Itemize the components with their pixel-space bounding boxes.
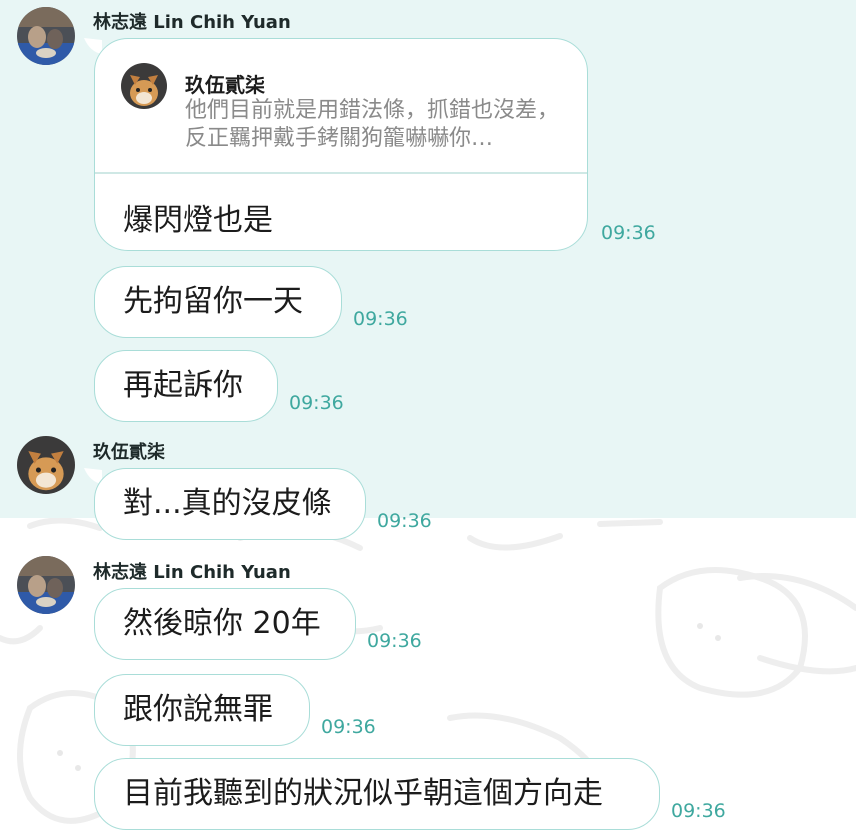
reply-message-bubble[interactable]: 玖伍貳柒 他們目前就是用錯法條，抓錯也沒差，反正羈押戴手銬關狗籠嚇嚇你… 爆閃燈… bbox=[94, 38, 588, 251]
avatar-jiu-wu-er-qi[interactable] bbox=[17, 436, 75, 494]
message-bubble[interactable]: 然後晾你 20年 bbox=[94, 588, 356, 660]
message-time: 09:36 bbox=[377, 510, 432, 532]
message-text: 然後晾你 20年 bbox=[123, 606, 321, 641]
message-text: 先拘留你一天 bbox=[123, 284, 303, 319]
sender-name: 林志遠 Lin Chih Yuan bbox=[93, 12, 291, 33]
message-time: 09:36 bbox=[321, 716, 376, 738]
quoted-avatar bbox=[121, 63, 167, 109]
message-text: 目前我聽到的狀況似乎朝這個方向走 bbox=[123, 776, 603, 811]
quoted-sender-name: 玖伍貳柒 bbox=[185, 73, 265, 97]
message-text: 跟你說無罪 bbox=[123, 692, 273, 727]
message-bubble[interactable]: 先拘留你一天 bbox=[94, 266, 342, 338]
reply-divider bbox=[95, 172, 587, 174]
quoted-message-text: 他們目前就是用錯法條，抓錯也沒差，反正羈押戴手銬關狗籠嚇嚇你… bbox=[185, 98, 560, 151]
message-text: 再起訴你 bbox=[123, 368, 243, 403]
message-text: 爆閃燈也是 bbox=[123, 203, 273, 238]
message-time: 09:36 bbox=[353, 308, 408, 330]
message-bubble[interactable]: 對...真的沒皮條 bbox=[94, 468, 366, 540]
avatar-cats-icon bbox=[17, 7, 75, 65]
message-time: 09:36 bbox=[367, 630, 422, 652]
message-bubble[interactable]: 再起訴你 bbox=[94, 350, 278, 422]
message-bubble[interactable]: 目前我聽到的狀況似乎朝這個方向走 bbox=[94, 758, 660, 830]
avatar-lin-chih-yuan[interactable] bbox=[17, 556, 75, 614]
avatar-dog-mask-icon bbox=[17, 436, 75, 494]
message-bubble[interactable]: 跟你說無罪 bbox=[94, 674, 310, 746]
sender-name: 玖伍貳柒 bbox=[93, 442, 165, 463]
message-time: 09:36 bbox=[671, 800, 726, 822]
message-text: 對...真的沒皮條 bbox=[123, 486, 332, 521]
avatar-dog-mask-icon bbox=[121, 63, 167, 109]
message-time: 09:36 bbox=[289, 392, 344, 414]
sender-name: 林志遠 Lin Chih Yuan bbox=[93, 562, 291, 583]
avatar-lin-chih-yuan[interactable] bbox=[17, 7, 75, 65]
message-time: 09:36 bbox=[601, 222, 656, 244]
avatar-cats-icon bbox=[17, 556, 75, 614]
